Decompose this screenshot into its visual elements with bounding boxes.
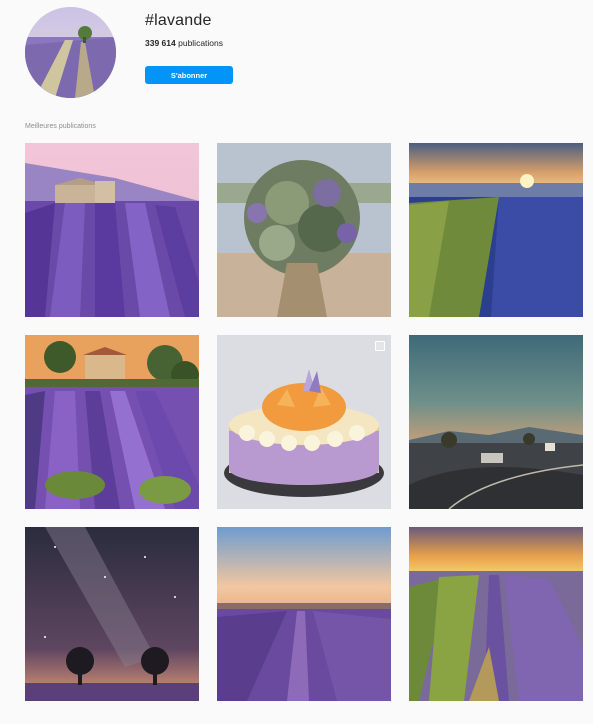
- publication-count-label: publications: [178, 38, 223, 48]
- post-image: [25, 335, 199, 509]
- post-lavender-stone-farmhouse[interactable]: [25, 143, 199, 317]
- post-image: [217, 335, 391, 509]
- post-image: [409, 527, 583, 701]
- follow-button[interactable]: S'abonner: [145, 66, 233, 84]
- post-image: [409, 143, 583, 317]
- post-image: [217, 527, 391, 701]
- post-image: [217, 143, 391, 317]
- publication-count-value: 339 614: [145, 38, 176, 48]
- top-posts-grid: [25, 143, 583, 701]
- post-lavender-bouquet[interactable]: [217, 143, 391, 317]
- hashtag-title: #lavande: [145, 12, 212, 29]
- publication-count: 339 614 publications: [145, 38, 223, 48]
- top-posts-label: Meilleures publications: [25, 123, 96, 130]
- hashtag-avatar: [25, 7, 116, 98]
- post-image: [409, 335, 583, 509]
- post-image: [25, 527, 199, 701]
- post-milky-way-trees[interactable]: [25, 527, 199, 701]
- post-road-dusk[interactable]: [409, 335, 583, 509]
- hashtag-header: #lavande 339 614 publications S'abonner: [0, 0, 593, 110]
- post-lavender-field-sunset[interactable]: [409, 143, 583, 317]
- post-lavender-cake[interactable]: [217, 335, 391, 509]
- post-lavender-village[interactable]: [25, 335, 199, 509]
- multiple-images-icon: [375, 341, 385, 351]
- post-lavender-green-rows[interactable]: [409, 527, 583, 701]
- post-image: [25, 143, 199, 317]
- post-lavender-rows-dawn[interactable]: [217, 527, 391, 701]
